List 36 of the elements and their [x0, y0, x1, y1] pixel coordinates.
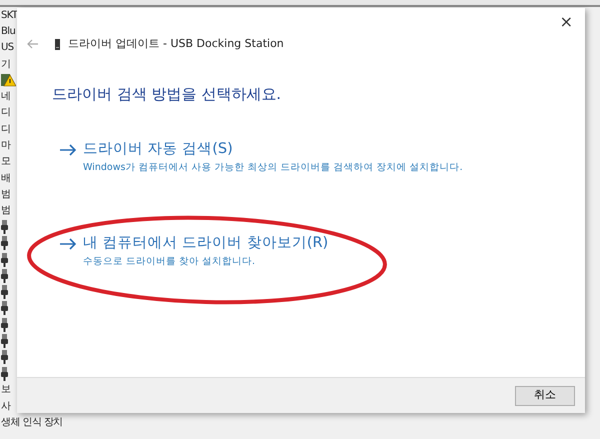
- usb-plug-icon: [1, 334, 8, 348]
- usb-plug-icon: [1, 318, 8, 332]
- usb-plug-icon: [1, 236, 8, 250]
- usb-plug-icon: [1, 268, 8, 283]
- tree-item-label[interactable]: 기: [1, 56, 10, 72]
- search-option-link[interactable]: 내 컴퓨터에서 드라이버 찾아보기(R) 수동으로 드라이버를 찾아 설치합니다.: [60, 232, 585, 268]
- instruction-heading: 드라이버 검색 방법을 선택하세요.: [52, 84, 282, 104]
- tree-item-label[interactable]: 범: [1, 186, 10, 202]
- cancel-button[interactable]: 취소: [515, 386, 575, 406]
- right-arrow-icon: [60, 238, 77, 250]
- tree-item-label[interactable]: 배: [1, 170, 10, 186]
- tree-item-label[interactable]: 디: [1, 122, 10, 137]
- search-option-link[interactable]: 드라이버 자동 검색(S) Windows가 컴퓨터에서 사용 가능한 최상의 드라이버를 검색하여 장치에 설치합니다.: [60, 139, 585, 175]
- tree-item-label[interactable]: Blu: [1, 24, 16, 39]
- usb-plug-icon: [1, 350, 8, 364]
- tree-item-label[interactable]: 사: [1, 398, 10, 414]
- close-button[interactable]: ×: [554, 12, 579, 32]
- dialog-title: 드라이버 업데이트 - USB Docking Station: [68, 36, 284, 52]
- warning-device-icon: [1, 73, 16, 88]
- tree-item-label[interactable]: 범: [1, 203, 10, 218]
- tree-item-label[interactable]: 마: [1, 138, 10, 154]
- right-arrow-icon: [60, 144, 77, 156]
- usb-plug-icon: [1, 301, 8, 316]
- tree-item-label[interactable]: 디: [1, 105, 10, 120]
- tree-item-label[interactable]: 네: [1, 89, 10, 104]
- tree-item-label[interactable]: 모: [1, 154, 10, 170]
- back-arrow-icon[interactable]: [27, 39, 39, 50]
- tree-item-label[interactable]: 보: [1, 382, 10, 398]
- tree-item-label[interactable]: US: [1, 40, 14, 56]
- usb-plug-icon: [1, 252, 8, 267]
- device-icon: [55, 38, 60, 50]
- usb-plug-icon: [1, 285, 8, 300]
- usb-plug-icon: [1, 366, 8, 381]
- tree-item-label[interactable]: SKT: [1, 8, 18, 23]
- tree-item-label[interactable]: 생체 인식 장치: [1, 415, 63, 430]
- usb-plug-icon: [1, 220, 8, 234]
